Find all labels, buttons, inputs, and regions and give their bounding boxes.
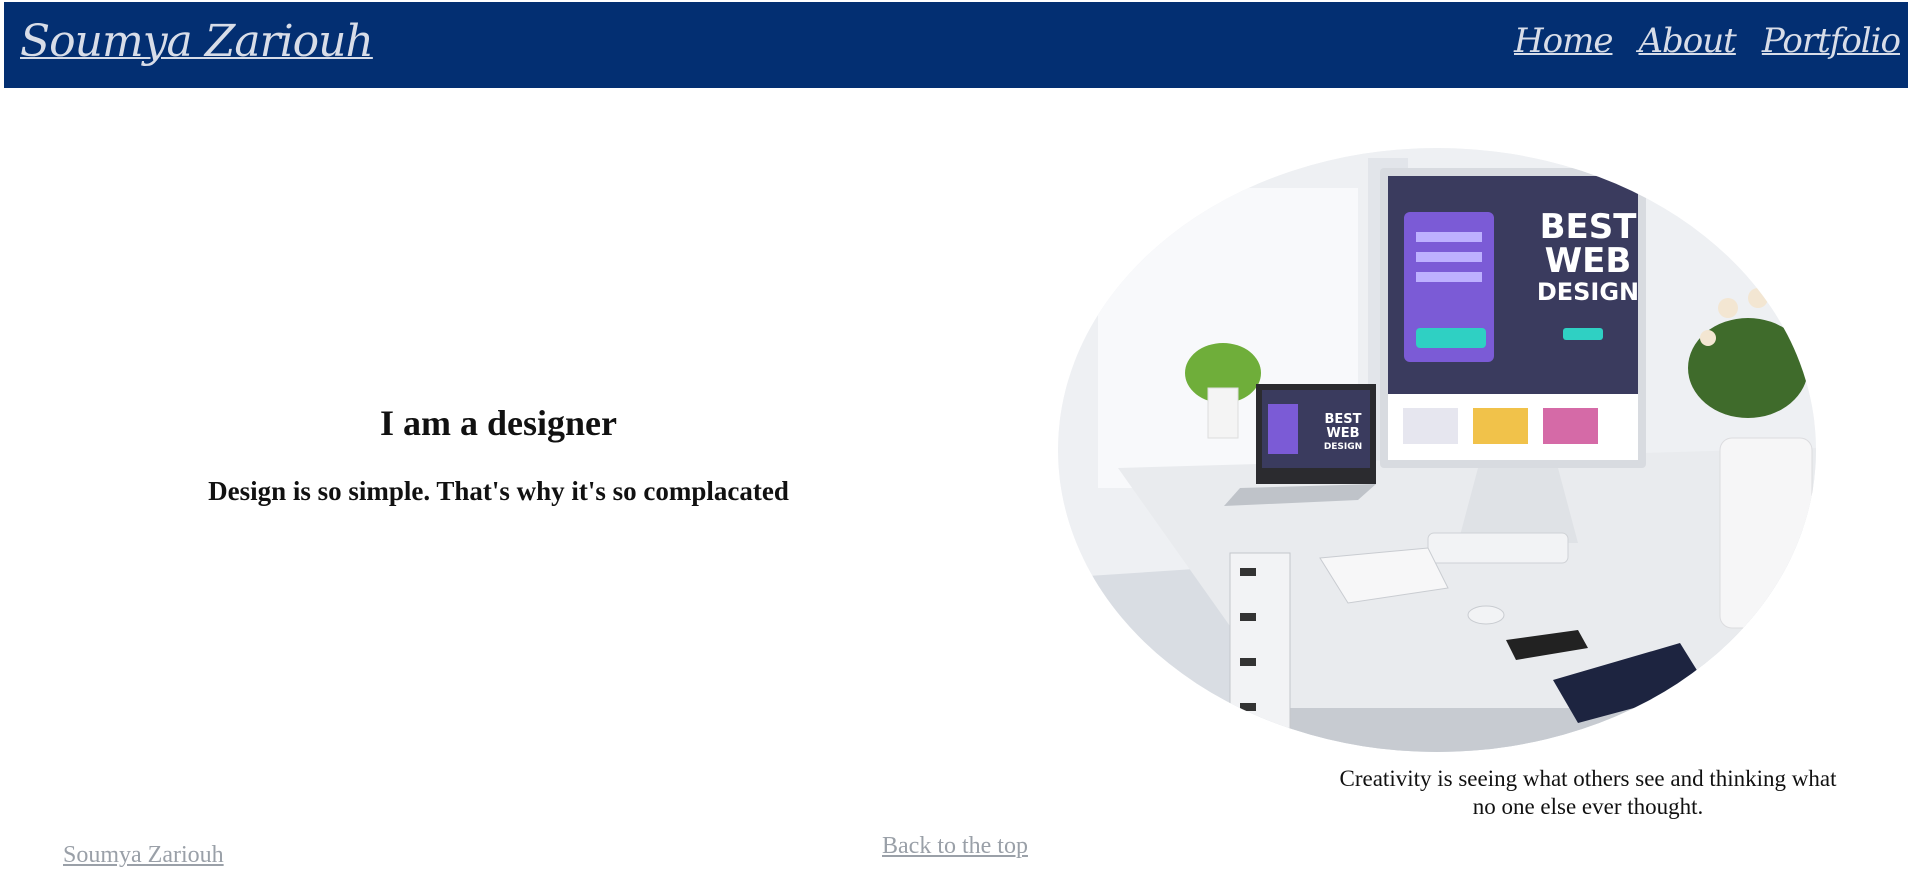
hero-subheading: Design is so simple. That's why it's so … xyxy=(208,476,789,506)
nav-link-about[interactable]: About xyxy=(1638,16,1736,66)
monitor-text-line-3: DESIGN xyxy=(1537,278,1639,306)
nav-link-portfolio[interactable]: Portfolio xyxy=(1762,16,1901,66)
quote-text: Creativity is seeing what others see and… xyxy=(1339,766,1837,819)
footer-brand-link[interactable]: Soumya Zariouh xyxy=(63,842,224,869)
workspace-image: BEST WEB DESIGN BEST WEB DESIGN xyxy=(1058,148,1816,752)
nav-link-home[interactable]: Home xyxy=(1514,16,1613,66)
navbar: Soumya Zariouh Home About Portfolio xyxy=(4,2,1908,88)
laptop-text-line-1: BEST xyxy=(1324,412,1361,427)
laptop-text-line-3: DESIGN xyxy=(1324,442,1362,452)
back-to-top-link[interactable]: Back to the top xyxy=(882,833,1028,860)
nav-links: Home About Portfolio xyxy=(1514,16,1901,66)
laptop-text-line-2: WEB xyxy=(1326,426,1359,441)
hero-heading: I am a designer xyxy=(380,403,617,443)
monitor-text-line-2: WEB xyxy=(1545,241,1632,281)
brand-link[interactable]: Soumya Zariouh xyxy=(20,12,374,72)
